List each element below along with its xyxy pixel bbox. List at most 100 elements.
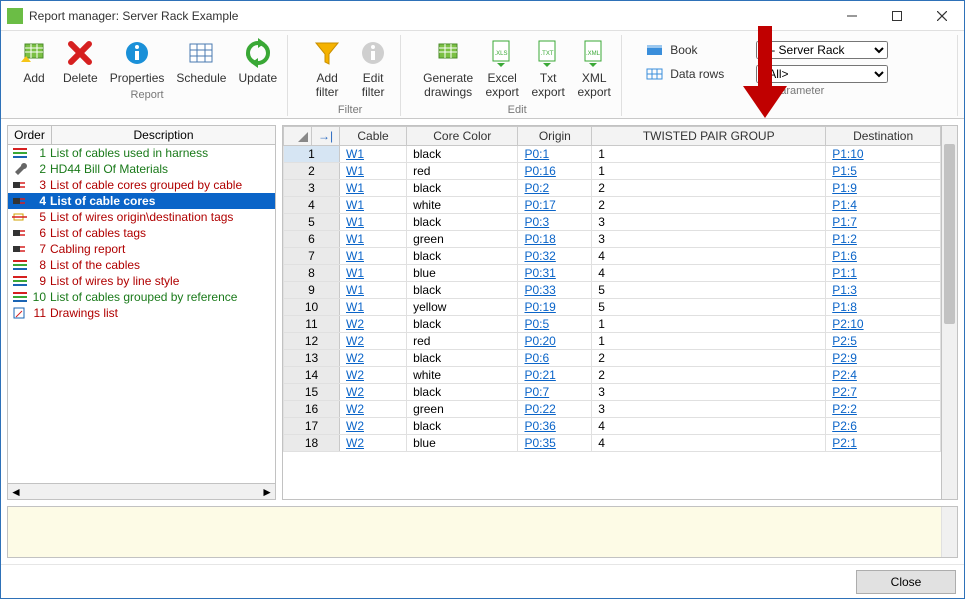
cable-cell[interactable]: W1	[340, 281, 407, 298]
report-list-item[interactable]: 8List of the cables	[8, 257, 275, 273]
report-list-item[interactable]: 5List of wires origin\destination tags	[8, 209, 275, 225]
destination-cell[interactable]: P2:5	[826, 332, 941, 349]
table-row[interactable]: 16W2greenP0:223P2:2	[284, 400, 941, 417]
description-header[interactable]: Description	[52, 126, 275, 144]
origin-cell[interactable]: P0:2	[518, 179, 592, 196]
book-select[interactable]: 1 - Server Rack	[756, 41, 888, 59]
row-number[interactable]: 9	[284, 281, 340, 298]
table-row[interactable]: 3W1blackP0:22P1:9	[284, 179, 941, 196]
origin-cell[interactable]: P0:1	[518, 145, 592, 162]
table-row[interactable]: 2W1redP0:161P1:5	[284, 162, 941, 179]
origin-cell[interactable]: P0:7	[518, 383, 592, 400]
origin-cell[interactable]: P0:32	[518, 247, 592, 264]
table-row[interactable]: 8W1blueP0:314P1:1	[284, 264, 941, 281]
column-header[interactable]: Origin	[518, 126, 592, 145]
table-row[interactable]: 10W1yellowP0:195P1:8	[284, 298, 941, 315]
table-row[interactable]: 5W1blackP0:33P1:7	[284, 213, 941, 230]
origin-cell[interactable]: P0:17	[518, 196, 592, 213]
cable-cell[interactable]: W2	[340, 383, 407, 400]
report-list-item[interactable]: 1List of cables used in harness	[8, 145, 275, 161]
maximize-button[interactable]	[874, 1, 919, 30]
row-number[interactable]: 2	[284, 162, 340, 179]
cable-cell[interactable]: W2	[340, 400, 407, 417]
minimize-button[interactable]	[829, 1, 874, 30]
report-list-item[interactable]: 6List of cables tags	[8, 225, 275, 241]
destination-cell[interactable]: P2:4	[826, 366, 941, 383]
report-list-item[interactable]: 2HD44 Bill Of Materials	[8, 161, 275, 177]
origin-cell[interactable]: P0:31	[518, 264, 592, 281]
row-number[interactable]: 4	[284, 196, 340, 213]
origin-cell[interactable]: P0:36	[518, 417, 592, 434]
row-number[interactable]: 6	[284, 230, 340, 247]
row-number[interactable]: 12	[284, 332, 340, 349]
cable-cell[interactable]: W2	[340, 315, 407, 332]
row-number[interactable]: 13	[284, 349, 340, 366]
close-button[interactable]: Close	[856, 570, 956, 594]
row-number[interactable]: 16	[284, 400, 340, 417]
row-number[interactable]: 14	[284, 366, 340, 383]
origin-cell[interactable]: P0:5	[518, 315, 592, 332]
table-row[interactable]: 18W2blueP0:354P2:1	[284, 434, 941, 451]
row-number[interactable]: 10	[284, 298, 340, 315]
origin-cell[interactable]: P0:21	[518, 366, 592, 383]
add-button[interactable]: Add	[13, 35, 55, 87]
destination-cell[interactable]: P1:8	[826, 298, 941, 315]
excel-export-button[interactable]: .XLS Excel export	[481, 35, 523, 102]
destination-cell[interactable]: P2:9	[826, 349, 941, 366]
origin-cell[interactable]: P0:19	[518, 298, 592, 315]
delete-button[interactable]: Delete	[59, 35, 102, 87]
cable-cell[interactable]: W2	[340, 332, 407, 349]
cable-cell[interactable]: W1	[340, 247, 407, 264]
origin-cell[interactable]: P0:18	[518, 230, 592, 247]
message-scrollbar[interactable]	[941, 507, 957, 557]
goto-last-button[interactable]: →|	[312, 126, 340, 145]
properties-button[interactable]: Properties	[106, 35, 169, 87]
destination-cell[interactable]: P2:6	[826, 417, 941, 434]
column-header[interactable]: Destination	[826, 126, 941, 145]
cable-cell[interactable]: W1	[340, 145, 407, 162]
table-row[interactable]: 6W1greenP0:183P1:2	[284, 230, 941, 247]
destination-cell[interactable]: P2:1	[826, 434, 941, 451]
add-filter-button[interactable]: Add filter	[306, 35, 348, 102]
row-number[interactable]: 8	[284, 264, 340, 281]
row-number[interactable]: 3	[284, 179, 340, 196]
origin-cell[interactable]: P0:33	[518, 281, 592, 298]
table-row[interactable]: 11W2blackP0:51P2:10	[284, 315, 941, 332]
table-row[interactable]: 7W1blackP0:324P1:6	[284, 247, 941, 264]
table-row[interactable]: 9W1blackP0:335P1:3	[284, 281, 941, 298]
column-header[interactable]: TWISTED PAIR GROUP	[592, 126, 826, 145]
column-header[interactable]: Cable	[340, 126, 407, 145]
report-list-item[interactable]: 3List of cable cores grouped by cable	[8, 177, 275, 193]
cable-cell[interactable]: W1	[340, 230, 407, 247]
vertical-scrollbar[interactable]	[941, 126, 957, 499]
origin-cell[interactable]: P0:16	[518, 162, 592, 179]
cable-cell[interactable]: W2	[340, 349, 407, 366]
report-list-item[interactable]: 4List of cable cores	[8, 193, 275, 209]
cable-cell[interactable]: W2	[340, 417, 407, 434]
cable-cell[interactable]: W2	[340, 366, 407, 383]
table-row[interactable]: 12W2redP0:201P2:5	[284, 332, 941, 349]
table-row[interactable]: 1W1blackP0:11P1:10	[284, 145, 941, 162]
horizontal-scrollbar[interactable]: ◄►	[8, 483, 275, 499]
destination-cell[interactable]: P2:10	[826, 315, 941, 332]
cable-cell[interactable]: W1	[340, 264, 407, 281]
destination-cell[interactable]: P2:2	[826, 400, 941, 417]
table-row[interactable]: 15W2blackP0:73P2:7	[284, 383, 941, 400]
report-list-item[interactable]: 10List of cables grouped by reference	[8, 289, 275, 305]
origin-cell[interactable]: P0:20	[518, 332, 592, 349]
destination-cell[interactable]: P2:7	[826, 383, 941, 400]
destination-cell[interactable]: P1:4	[826, 196, 941, 213]
order-header[interactable]: Order	[8, 126, 52, 144]
destination-cell[interactable]: P1:9	[826, 179, 941, 196]
destination-cell[interactable]: P1:7	[826, 213, 941, 230]
rows-select[interactable]: <All>	[756, 65, 888, 83]
destination-cell[interactable]: P1:2	[826, 230, 941, 247]
origin-cell[interactable]: P0:3	[518, 213, 592, 230]
column-header[interactable]: Core Color	[407, 126, 518, 145]
cable-cell[interactable]: W1	[340, 298, 407, 315]
cable-cell[interactable]: W1	[340, 179, 407, 196]
table-row[interactable]: 13W2blackP0:62P2:9	[284, 349, 941, 366]
generate-drawings-button[interactable]: Generate drawings	[419, 35, 477, 102]
origin-cell[interactable]: P0:6	[518, 349, 592, 366]
destination-cell[interactable]: P1:3	[826, 281, 941, 298]
